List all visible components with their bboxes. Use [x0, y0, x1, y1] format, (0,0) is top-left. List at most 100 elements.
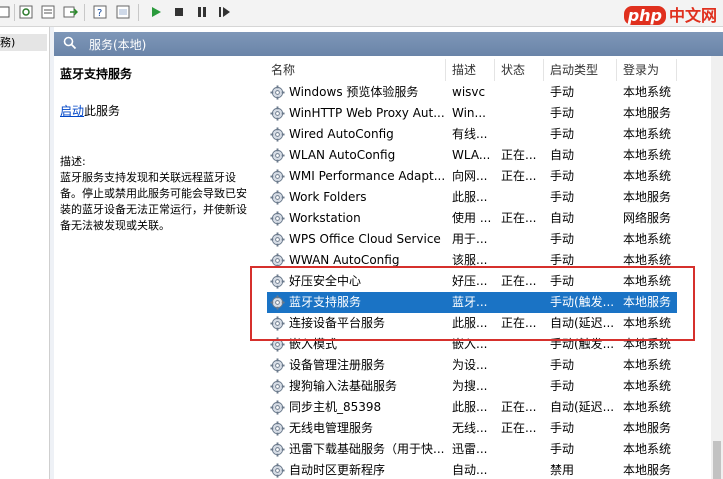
service-row[interactable]: WLAN AutoConfig WLA... 正在... 自动 本地系统: [267, 145, 677, 166]
service-name-cell: 设备管理注册服务: [289, 358, 386, 372]
service-description-cell: 自动...: [452, 463, 488, 477]
service-name-cell: WLAN AutoConfig: [289, 148, 396, 162]
export-arrow-icon[interactable]: [61, 3, 79, 21]
vertical-scrollbar[interactable]: [711, 56, 723, 479]
service-name-cell: WPS Office Cloud Service: [289, 232, 441, 246]
selected-service-name: 蓝牙支持服务: [60, 67, 133, 81]
service-row[interactable]: 同步主机_85398 此服... 正在... 自动(延迟... 本地系统: [267, 397, 677, 418]
service-logon-cell: 本地系统: [623, 400, 672, 414]
console-tree: 務): [0, 27, 50, 479]
service-gear-icon: [270, 421, 285, 436]
service-startup-cell: 自动(延迟...: [550, 400, 615, 414]
service-name-cell: 同步主机_85398: [289, 400, 382, 414]
tree-item-services[interactable]: 務): [0, 34, 47, 51]
scrollbar-thumb[interactable]: [713, 441, 721, 479]
service-description-cell: 为搜...: [452, 379, 488, 393]
stop-icon[interactable]: [170, 3, 188, 21]
svg-text:?: ?: [97, 8, 102, 19]
service-row[interactable]: Wired AutoConfig 有线... 手动 本地系统: [267, 124, 677, 145]
help-icon[interactable]: ?: [91, 3, 109, 21]
start-service-link[interactable]: 启动: [60, 104, 84, 118]
service-startup-cell: 自动: [550, 211, 575, 225]
start-service-line: 启动此服务: [60, 102, 120, 119]
service-row[interactable]: 无线电管理服务 无线... 正在... 手动 本地服务: [267, 418, 677, 439]
service-description-cell: 迅雷...: [452, 442, 488, 456]
service-row[interactable]: 迅雷下载基础服务（用于快... 迅雷... 手动 本地系统: [267, 439, 677, 460]
header-title: 服务(本地): [89, 38, 147, 52]
service-status-cell: [501, 355, 543, 376]
toolbar-separator: [84, 4, 85, 21]
description-text: 蓝牙服务支持发现和关联远程蓝牙设备。停止或禁用此服务可能会导致已安装的蓝牙设备无…: [60, 171, 247, 232]
toolbar: ? php 中文网: [0, 0, 723, 27]
service-description-cell: 使用 ...: [452, 211, 492, 225]
service-logon-cell: 本地系统: [623, 127, 672, 141]
column-header-startup-type[interactable]: 启动类型: [544, 59, 617, 81]
watermark-logo: php 中文网: [623, 2, 717, 26]
restart-icon[interactable]: [215, 3, 233, 21]
service-gear-icon: [270, 85, 285, 100]
service-gear-icon: [270, 379, 285, 394]
column-header-status[interactable]: 状态: [495, 59, 544, 81]
column-header-name[interactable]: 名称: [265, 59, 446, 81]
search-icon: [63, 36, 77, 53]
play-icon[interactable]: [147, 3, 165, 21]
service-row[interactable]: 搜狗输入法基础服务 为搜... 手动 本地系统: [267, 376, 677, 397]
service-status-cell: 正在...: [501, 421, 537, 435]
description-label: 描述:: [60, 155, 86, 168]
service-name-cell: Windows 预览体验服务: [289, 85, 419, 99]
service-status-cell: [501, 376, 543, 397]
service-name-cell: Wired AutoConfig: [289, 127, 394, 141]
refresh-icon[interactable]: [17, 3, 35, 21]
service-description-cell: wisvc: [452, 85, 486, 99]
service-startup-cell: 手动: [550, 442, 575, 456]
export-list-icon[interactable]: [39, 3, 57, 21]
service-startup-cell: 手动: [550, 232, 575, 246]
service-row[interactable]: Workstation 使用 ... 正在... 自动 网络服务: [267, 208, 677, 229]
service-logon-cell: 本地系统: [623, 358, 672, 372]
service-name-cell: WMI Performance Adapt...: [289, 169, 445, 183]
service-name-cell: 无线电管理服务: [289, 421, 374, 435]
properties-icon[interactable]: [114, 3, 132, 21]
start-service-suffix: 此服务: [84, 104, 121, 118]
toolbar-separator: [138, 4, 139, 21]
service-description-cell: Win...: [452, 106, 486, 120]
service-gear-icon: [270, 400, 285, 415]
service-name-cell: Workstation: [289, 211, 361, 225]
service-description-cell: 此服...: [452, 190, 488, 204]
highlight-box: [250, 266, 695, 341]
service-startup-cell: 手动: [550, 421, 575, 435]
service-status-cell: 正在...: [501, 148, 537, 162]
service-status-cell: [501, 103, 543, 124]
service-row[interactable]: Work Folders 此服... 手动 本地服务: [267, 187, 677, 208]
service-description-cell: 用于...: [452, 232, 488, 246]
pause-icon[interactable]: [193, 3, 211, 21]
service-description-cell: 向网...: [452, 169, 488, 183]
service-logon-cell: 本地系统: [623, 442, 672, 456]
service-row[interactable]: Windows 预览体验服务 wisvc 手动 本地系统: [267, 82, 677, 103]
service-row[interactable]: 设备管理注册服务 为设... 手动 本地系统: [267, 355, 677, 376]
toolbar-separator: [14, 4, 15, 21]
service-logon-cell: 本地系统: [623, 379, 672, 393]
service-row[interactable]: 自动时区更新程序 自动... 禁用 本地服务: [267, 460, 677, 479]
service-logon-cell: 网络服务: [623, 211, 672, 225]
service-status-cell: [501, 460, 543, 479]
service-row[interactable]: WMI Performance Adapt... 向网... 正在... 手动 本地系统: [267, 166, 677, 187]
column-header-description[interactable]: 描述: [446, 59, 495, 81]
service-logon-cell: 本地系统: [623, 169, 672, 183]
service-startup-cell: 手动: [550, 379, 575, 393]
service-gear-icon: [270, 358, 285, 373]
service-row[interactable]: WinHTTP Web Proxy Aut... Win... 手动 本地服务: [267, 103, 677, 124]
column-header-logon[interactable]: 登录为: [617, 59, 677, 81]
service-startup-cell: 手动: [550, 169, 575, 183]
service-gear-icon: [270, 232, 285, 247]
service-row[interactable]: WPS Office Cloud Service 用于... 手动 本地系统: [267, 229, 677, 250]
service-startup-cell: 手动: [550, 127, 575, 141]
show-hide-tree-icon[interactable]: [0, 3, 12, 21]
service-status-cell: 正在...: [501, 169, 537, 183]
service-logon-cell: 本地系统: [623, 85, 672, 99]
service-gear-icon: [270, 148, 285, 163]
service-logon-cell: 本地服务: [623, 106, 672, 120]
service-status-cell: [501, 82, 543, 103]
service-startup-cell: 手动: [550, 85, 575, 99]
service-name-cell: Work Folders: [289, 190, 367, 204]
